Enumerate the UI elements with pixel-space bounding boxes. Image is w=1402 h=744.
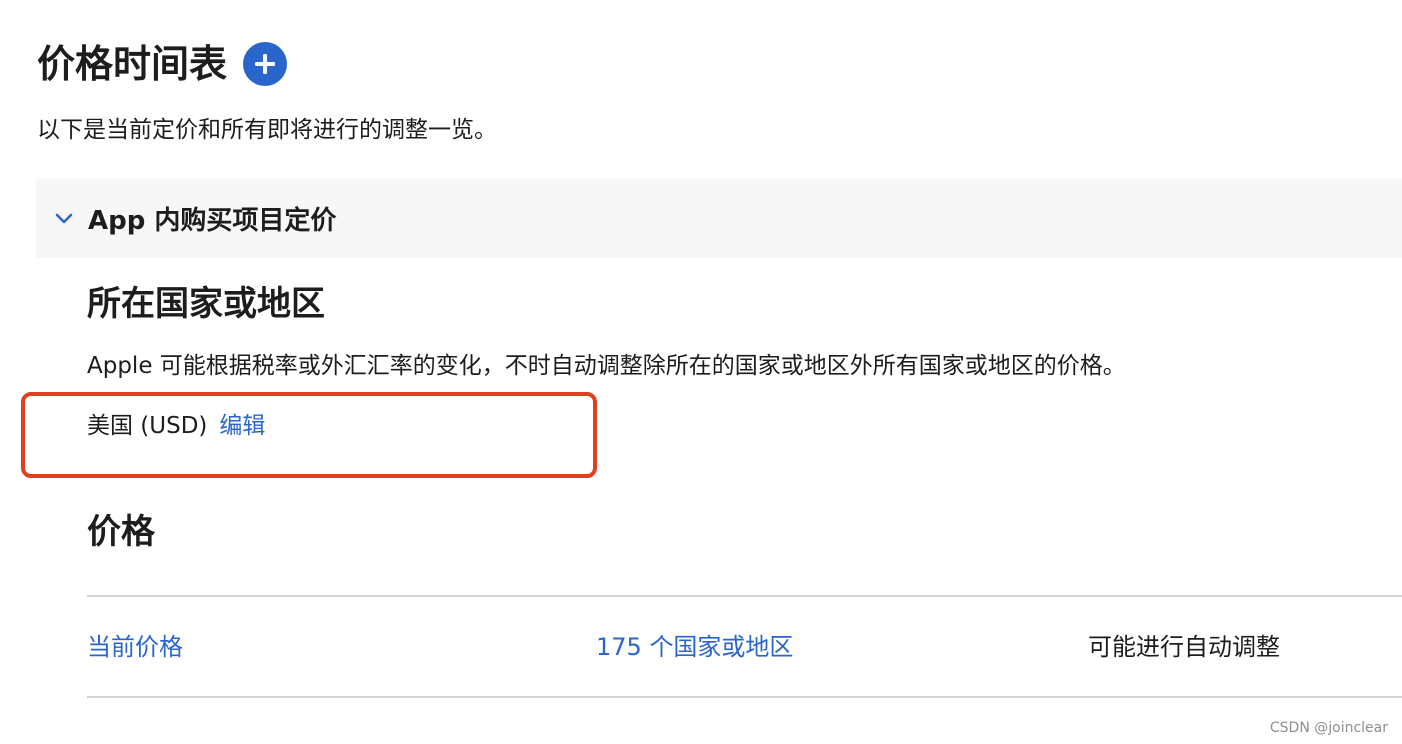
countries-link[interactable]: 175 个国家或地区: [596, 629, 793, 665]
page-subtitle: 以下是当前定价和所有即将进行的调整一览。: [37, 117, 497, 143]
plus-icon: [255, 54, 276, 74]
page: 价格时间表 以下是当前定价和所有即将进行的调整一览。 App 内购买项目定价 所…: [0, 0, 1402, 744]
country-heading: 所在国家或地区: [87, 284, 325, 324]
highlight-annotation: [21, 392, 597, 478]
auto-adjust-note: 可能进行自动调整: [1088, 633, 1280, 661]
divider: [87, 595, 1402, 597]
title-row: 价格时间表: [37, 38, 288, 90]
price-heading: 价格: [87, 512, 155, 552]
page-title: 价格时间表: [37, 42, 228, 86]
current-price-link[interactable]: 当前价格: [87, 629, 183, 665]
section-title: App 内购买项目定价: [88, 206, 337, 236]
section-header-iap-pricing[interactable]: App 内购买项目定价: [36, 179, 1402, 258]
divider: [87, 696, 1402, 698]
add-schedule-button[interactable]: [243, 42, 288, 86]
country-description: Apple 可能根据税率或外汇汇率的变化，不时自动调整除所在的国家或地区外所有国…: [87, 353, 1126, 379]
chevron-down-icon[interactable]: [54, 209, 74, 229]
watermark: CSDN @joinclear: [1269, 720, 1388, 736]
